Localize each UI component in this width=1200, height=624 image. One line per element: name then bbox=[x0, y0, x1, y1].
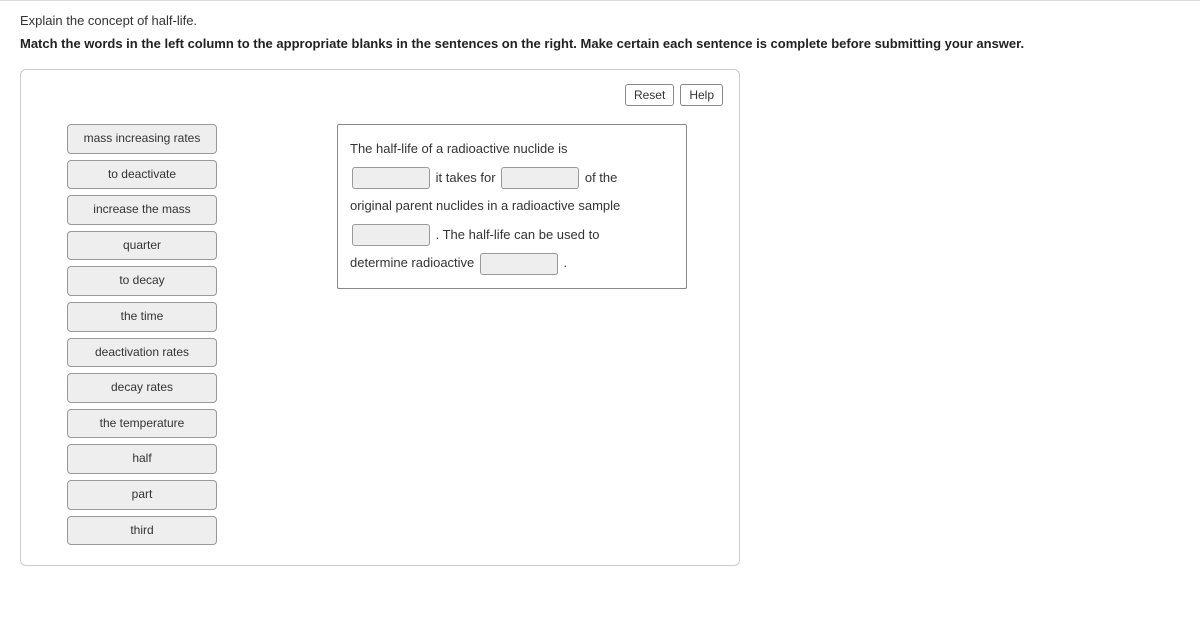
blank-slot-3[interactable] bbox=[352, 224, 430, 246]
toolbar: Reset Help bbox=[37, 84, 723, 106]
exercise-content: mass increasing rates to deactivate incr… bbox=[37, 124, 723, 545]
exercise-box: Reset Help mass increasing rates to deac… bbox=[20, 69, 740, 566]
reset-button[interactable]: Reset bbox=[625, 84, 674, 106]
word-item[interactable]: the temperature bbox=[67, 409, 217, 439]
sentence-text: it takes for bbox=[436, 170, 496, 185]
sentence-text: . bbox=[564, 255, 568, 270]
sentence-text: . The half-life can be used to bbox=[436, 227, 600, 242]
intro-text: Explain the concept of half-life. bbox=[20, 13, 1180, 28]
word-item[interactable]: deactivation rates bbox=[67, 338, 217, 368]
blank-slot-1[interactable] bbox=[352, 167, 430, 189]
word-item[interactable]: part bbox=[67, 480, 217, 510]
word-item[interactable]: increase the mass bbox=[67, 195, 217, 225]
word-item[interactable]: third bbox=[67, 516, 217, 546]
word-item[interactable]: to deactivate bbox=[67, 160, 217, 190]
word-item[interactable]: the time bbox=[67, 302, 217, 332]
sentence-text: original parent nuclides in a radioactiv… bbox=[350, 198, 620, 213]
blank-slot-4[interactable] bbox=[480, 253, 558, 275]
word-item[interactable]: mass increasing rates bbox=[67, 124, 217, 154]
exercise-container: Explain the concept of half-life. Match … bbox=[0, 0, 1200, 586]
sentence-text: The half-life of a radioactive nuclide i… bbox=[350, 141, 568, 156]
blank-slot-2[interactable] bbox=[501, 167, 579, 189]
word-item[interactable]: half bbox=[67, 444, 217, 474]
word-item[interactable]: to decay bbox=[67, 266, 217, 296]
word-item[interactable]: quarter bbox=[67, 231, 217, 261]
sentence-text: of the bbox=[585, 170, 618, 185]
sentence-box: The half-life of a radioactive nuclide i… bbox=[337, 124, 687, 289]
instruction-text: Match the words in the left column to th… bbox=[20, 36, 1180, 51]
word-item[interactable]: decay rates bbox=[67, 373, 217, 403]
sentence-text: determine radioactive bbox=[350, 255, 474, 270]
word-bank: mass increasing rates to deactivate incr… bbox=[67, 124, 217, 545]
help-button[interactable]: Help bbox=[680, 84, 723, 106]
